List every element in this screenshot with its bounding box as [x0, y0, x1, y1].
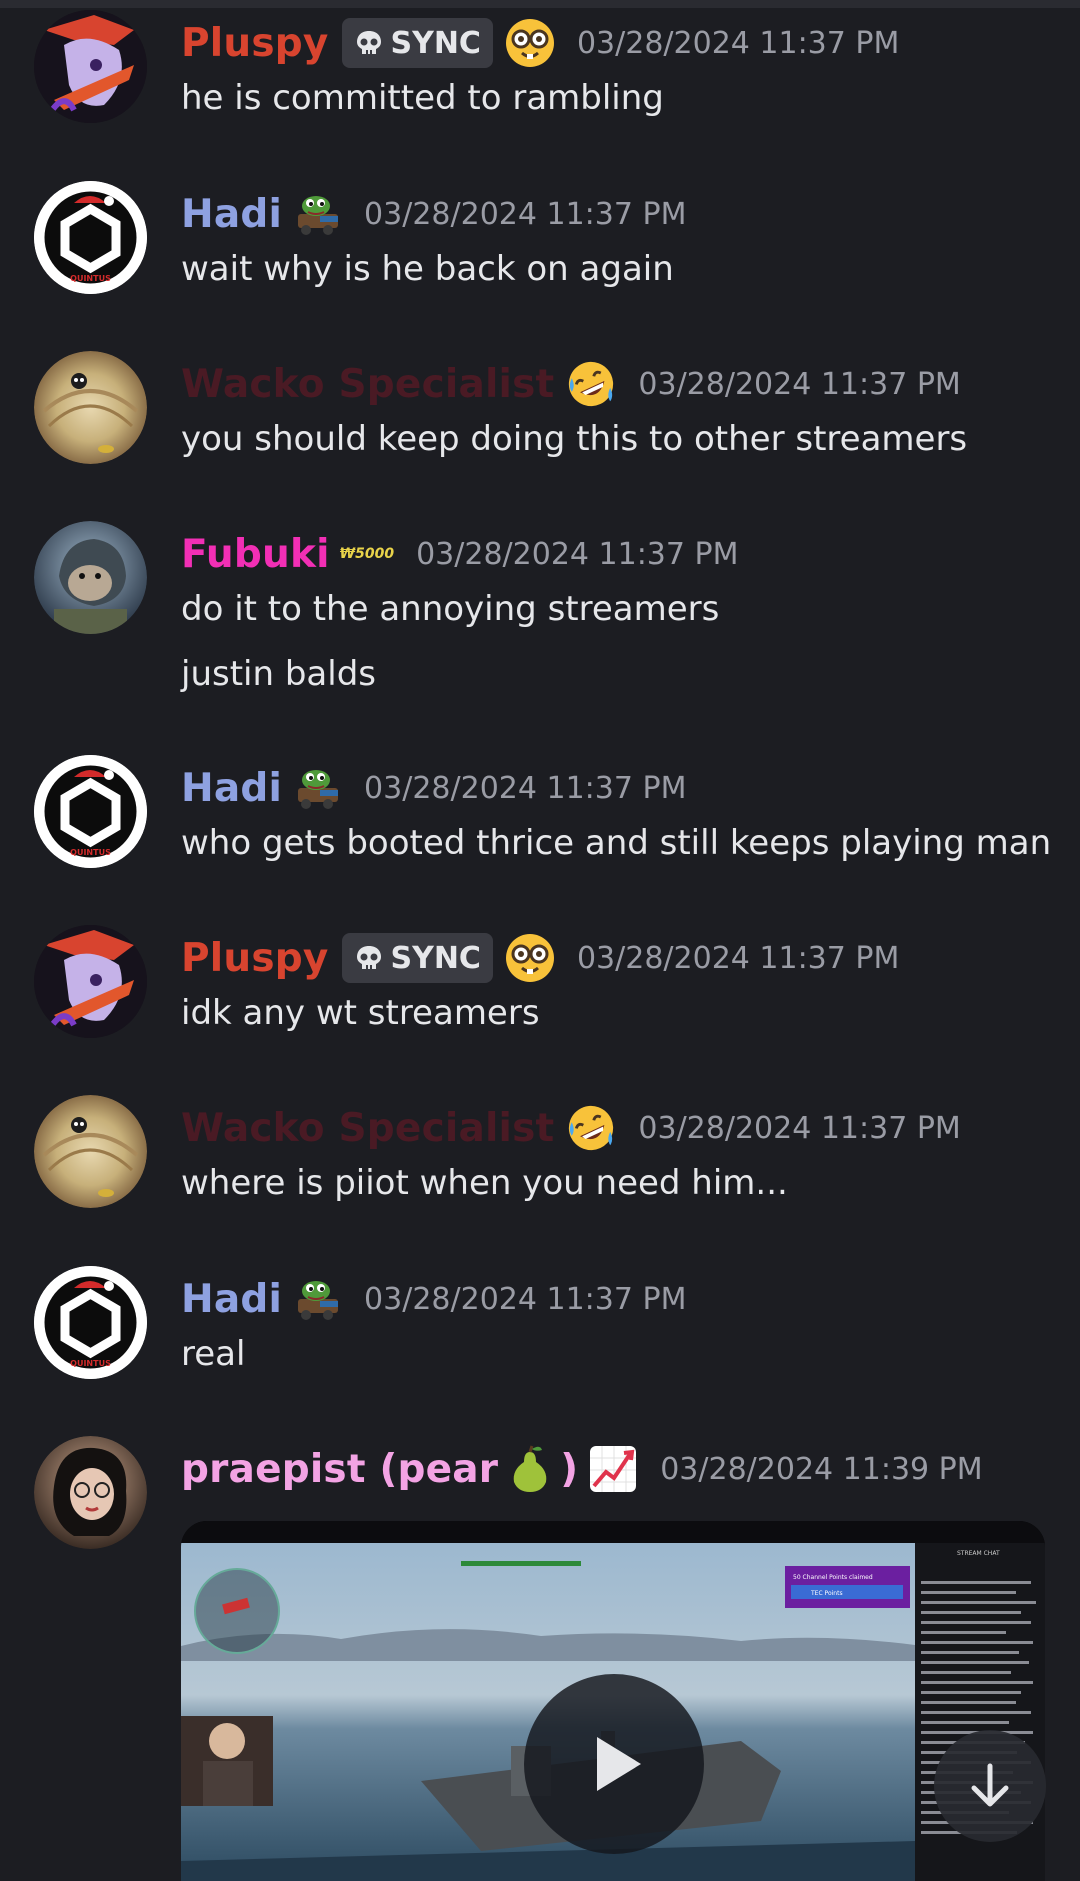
username[interactable]: Hadi: [181, 1277, 282, 1322]
sync-tag-label: SYNC: [390, 940, 481, 976]
overlay-tec-points: TEC Points: [810, 1590, 843, 1597]
message-text: he is committed to rambling: [181, 78, 664, 118]
pear-icon: [513, 1445, 547, 1492]
svg-text:QUINTUS: QUINTUS: [70, 274, 111, 283]
username[interactable]: Hadi: [181, 766, 282, 811]
avatar-pluspy[interactable]: [34, 925, 147, 1038]
pepe-tank-icon: [298, 1281, 339, 1320]
timestamp: 03/28/2024 11:37 PM: [364, 1281, 687, 1317]
avatar-wacko[interactable]: [34, 1095, 147, 1208]
avatar-pluspy[interactable]: [34, 10, 147, 123]
message-text: who gets booted thrice and still keeps p…: [181, 823, 1052, 863]
username[interactable]: praepist (pear: [181, 1447, 498, 1492]
top-divider: [0, 0, 1080, 8]
play-button[interactable]: [524, 1674, 704, 1854]
timestamp: 03/28/2024 11:37 PM: [638, 366, 961, 402]
username[interactable]: Pluspy: [181, 936, 328, 981]
message-text: wait why is he back on again: [181, 249, 674, 289]
overlay-channel-points: 50 Channel Points claimed: [793, 1574, 873, 1581]
message-text: do it to the annoying streamers: [181, 589, 720, 629]
avatar-hadi[interactable]: QUINTUS: [34, 755, 147, 868]
message-text: justin balds: [181, 654, 377, 694]
message-text: idk any wt streamers: [181, 993, 540, 1033]
overlay-stream-chat: STREAM CHAT: [957, 1550, 1000, 1557]
timestamp: 03/28/2024 11:37 PM: [576, 25, 900, 61]
chart-increasing-icon: [590, 1446, 637, 1492]
avatar-hadi[interactable]: QUINTUS: [34, 1266, 147, 1379]
avatar-wacko[interactable]: [34, 351, 147, 464]
nerd-face-icon: [505, 933, 555, 983]
user-badge: ₩5000: [339, 546, 395, 562]
nerd-face-icon: [505, 18, 555, 68]
timestamp: 03/28/2024 11:37 PM: [364, 770, 687, 806]
sync-tag: SYNC: [342, 933, 493, 983]
message-text: you should keep doing this to other stre…: [181, 419, 968, 459]
username[interactable]: Fubuki: [181, 532, 330, 577]
rofl-icon: [566, 1103, 616, 1153]
timestamp: 03/28/2024 11:37 PM: [364, 196, 687, 232]
pepe-tank-icon: [298, 770, 339, 809]
username[interactable]: Wacko Specialist: [181, 1106, 554, 1151]
avatar-fubuki[interactable]: [34, 521, 147, 634]
message-text: where is piiot when you need him...: [181, 1163, 788, 1203]
sync-tag-label: SYNC: [390, 25, 481, 61]
jump-to-bottom-button[interactable]: [934, 1730, 1046, 1842]
timestamp: 03/28/2024 11:37 PM: [576, 940, 900, 976]
arrow-down-icon: [971, 1763, 1009, 1807]
svg-text:QUINTUS: QUINTUS: [70, 1359, 111, 1368]
username-suffix[interactable]: ): [560, 1447, 578, 1492]
rofl-icon: [566, 359, 616, 409]
skull-icon: [357, 31, 382, 54]
avatar-praepist[interactable]: [34, 1436, 147, 1549]
pepe-tank-icon: [298, 196, 339, 235]
message-text: real: [181, 1334, 246, 1374]
username[interactable]: Wacko Specialist: [181, 362, 554, 407]
svg-text:QUINTUS: QUINTUS: [70, 848, 111, 857]
sync-tag: SYNC: [342, 18, 493, 68]
username[interactable]: Pluspy: [181, 21, 328, 66]
timestamp: 03/28/2024 11:37 PM: [638, 1110, 961, 1146]
timestamp: 03/28/2024 11:37 PM: [416, 536, 739, 572]
username[interactable]: Hadi: [181, 192, 282, 237]
play-icon: [597, 1737, 641, 1791]
timestamp: 03/28/2024 11:39 PM: [660, 1451, 983, 1487]
skull-icon: [357, 946, 382, 969]
avatar-hadi[interactable]: QUINTUS: [34, 181, 147, 294]
